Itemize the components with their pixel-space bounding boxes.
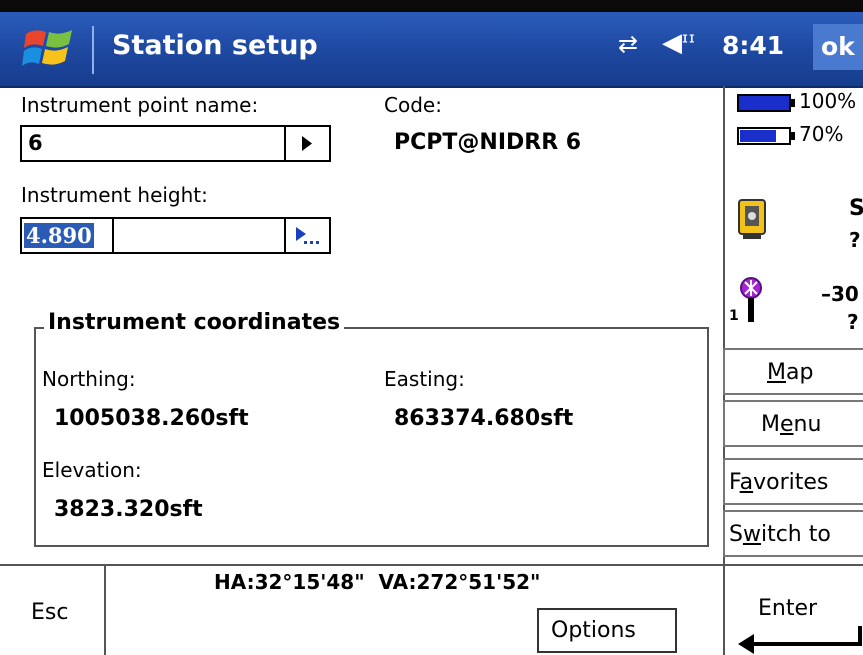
instrument-point-value: 6 [28, 131, 43, 155]
clock[interactable]: 8:41 [722, 31, 784, 60]
top-stripe [0, 0, 863, 12]
triangle-dots-icon [296, 227, 319, 244]
triangle-right-icon [302, 136, 312, 151]
prism-constant: –30 [821, 282, 859, 306]
code-value: PCPT@NIDRR 6 [394, 130, 582, 155]
windows-start-icon[interactable] [22, 24, 78, 72]
connectivity-icon[interactable]: ⇄ [618, 30, 638, 58]
window-title: Station setup [112, 30, 318, 61]
volume-icon[interactable]: ◀ᶦᶦ [662, 28, 696, 58]
instrument-status: S [849, 196, 863, 221]
angle-readout: HA:32°15'48" VA:272°51'52" [214, 570, 541, 594]
battery-partial-icon [737, 127, 795, 145]
battery-full-icon [737, 94, 795, 112]
switch-to-button-label: Switch to [729, 522, 831, 547]
title-bar: Station setup ⇄ ◀ᶦᶦ 8:41 ok [0, 0, 863, 88]
title-separator [92, 26, 94, 74]
menu-button[interactable]: Menu [723, 400, 863, 447]
options-button[interactable]: Options [537, 608, 677, 653]
menu-button-label: Menu [761, 412, 822, 437]
total-station-icon[interactable] [735, 194, 769, 242]
bottom-bar: Esc HA:32°15'48" VA:272°51'52" Options E… [0, 564, 863, 655]
enter-button[interactable]: Enter [758, 596, 817, 621]
northing-value: 1005038.260sft [54, 406, 249, 431]
enter-arrow-icon [738, 626, 862, 654]
bottom-divider-left [104, 566, 106, 655]
instrument-coordinates-label: Instrument coordinates [44, 310, 345, 335]
map-button-label: Map [767, 360, 814, 385]
elevation-label: Elevation: [42, 458, 142, 482]
map-button[interactable]: Map [723, 348, 863, 395]
prism-index: 1 [729, 308, 739, 324]
elevation-value: 3823.320sft [54, 497, 203, 522]
height-options-button[interactable] [284, 219, 329, 252]
instrument-point-label: Instrument point name: [21, 93, 259, 117]
prism-target-icon[interactable] [735, 276, 767, 326]
instrument-point-field[interactable]: 6 [20, 125, 331, 162]
instrument-height-field[interactable]: 4.890 [20, 217, 331, 254]
code-label: Code: [384, 93, 442, 117]
favorites-button-label: Favorites [729, 470, 829, 495]
favorites-button[interactable]: Favorites [723, 458, 863, 505]
prism-question: ? [847, 310, 859, 334]
options-button-label: Options [551, 618, 636, 643]
northing-label: Northing: [42, 367, 136, 391]
instrument-question: ? [849, 228, 861, 252]
esc-button[interactable]: Esc [31, 600, 68, 625]
ok-button[interactable]: ok [813, 24, 863, 70]
easting-value: 863374.680sft [394, 406, 574, 431]
switch-to-button[interactable]: Switch to [723, 510, 863, 557]
battery1-percent: 100% [799, 89, 857, 113]
battery2-percent: 70% [799, 122, 844, 146]
point-list-button[interactable] [284, 127, 329, 160]
easting-label: Easting: [384, 367, 465, 391]
text-caret [112, 219, 114, 252]
bottom-divider-right [723, 566, 725, 655]
instrument-height-value: 4.890 [24, 223, 94, 248]
instrument-height-label: Instrument height: [21, 183, 208, 207]
